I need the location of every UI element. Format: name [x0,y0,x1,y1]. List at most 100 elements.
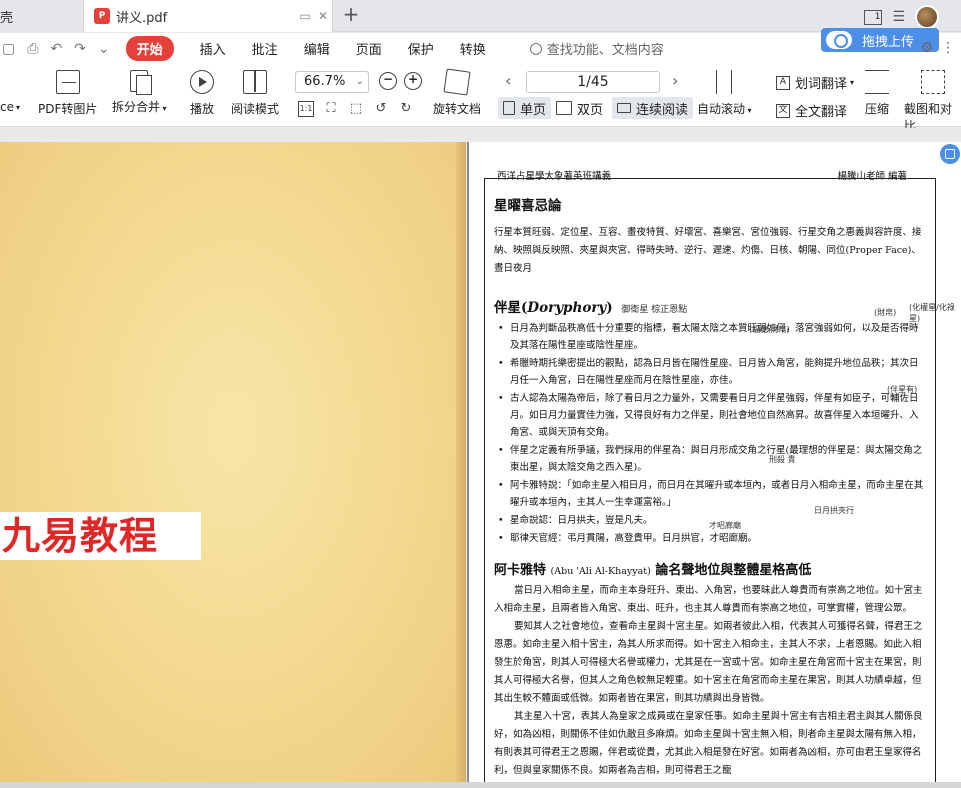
compress-label: 压缩 [865,102,890,116]
menu-annotate[interactable]: 批注 [252,39,278,58]
chevron-down-icon: ⌄ [355,76,364,87]
continuous-read-button[interactable]: 连续阅读 [612,97,694,119]
menu-right-icons: ⚙ ⋮ [920,40,955,56]
search-placeholder: 查找功能、文档内容 [546,43,664,58]
compress-icon [865,70,889,94]
section-3-paragraph: 其主星入十宮，表其人為皇家之成員或在皇家任事。如命主星與十宮主有吉相主君主與其人… [494,711,923,776]
window-count-badge[interactable]: 1 [864,9,883,25]
document-viewport[interactable]: 九易教程 西洋占星學大象著英班講義 楊騰山老師 編著 星曜喜忌論 行星本質旺弱、… [0,128,961,788]
screenshot-compare-button[interactable]: 截图和对比 [904,70,961,134]
section-3-paragraph: 當日月入相命主星，而命主本身旺升、東出、入角宮，也要昧此人尊貴而有崇高之地位。如… [494,585,923,614]
auto-scroll-button[interactable]: 自动滚动 ▾ [697,70,752,117]
section-title-3: 阿卡雅特 (Abu 'Ali Al-Khayyat) 論名聲地位與整體星格高低 [494,563,812,578]
list-item: 伴星之定義有所爭議，我們採用的伴星為：與日月形成交角之行星(最理想的伴星是：與太… [494,442,926,476]
play-button[interactable]: 播放 [190,70,214,117]
play-icon [190,70,214,94]
handwritten-note: (福德,財帛) [749,325,790,334]
list-item: 日月為判斷品秩高低十分重要的指標，看太陽太陰之本質旺弱如何，落宮強弱如何，以及是… [494,320,926,354]
double-page-button[interactable]: 双页 [551,97,608,119]
customize-dropdown-icon[interactable]: ⌄ [98,41,110,57]
word-translate-label: 划词翻译 [795,77,848,92]
search-box[interactable]: 查找功能、文档内容 [529,39,664,58]
print-icon[interactable]: ⎙ [27,41,38,57]
prev-page-icon[interactable]: ‹ [505,71,511,90]
tab-active-document[interactable]: P 讲义.pdf ▭ ✕ [83,0,333,32]
pdf-to-image-label: PDF转图片 [38,102,98,116]
list-item: 希臘時期托樂密提出的觀點，認為日月皆在陽性星座、日月皆入角宮，能夠提升地位品秩；… [494,355,926,389]
quick-access: ▢ ⎙ ↶ ↷ ⌄ [0,41,110,57]
rotate-left-icon[interactable]: ↺ [373,101,389,117]
drag-upload-label: 拖拽上传 [862,34,915,50]
translate-icon: A [776,75,790,90]
rotate-document-icon [443,68,471,96]
pdf-to-image-button[interactable]: PDF转图片 [38,70,97,117]
image-icon [55,70,80,94]
rotate-right-icon[interactable]: ↻ [398,101,414,117]
auto-scroll-icon [716,70,733,94]
partial-left-label: ce [0,100,14,114]
split-merge-icon [130,70,153,95]
more-icon[interactable]: ⋮ [941,40,955,56]
page-spine [456,142,466,782]
zoom-in-icon[interactable]: + [404,72,422,90]
user-avatar[interactable] [915,5,939,29]
redo-icon[interactable]: ↷ [74,41,86,57]
section-title-1: 星曜喜忌論 [494,198,562,214]
settings-icon[interactable]: ⚙ [920,40,933,56]
screenshot-compare-icon [920,70,945,94]
section-title-2: 伴星(Doryphory) 御衛星 棕正恩點 [494,300,688,316]
book-icon [243,70,267,94]
menu-convert[interactable]: 转换 [460,39,486,58]
zoom-out-icon[interactable]: − [379,72,397,90]
double-page-label: 双页 [577,102,604,118]
handwritten-note: (伴星有) [887,385,918,394]
menu-edit[interactable]: 编辑 [304,39,330,58]
undo-icon[interactable]: ↶ [50,41,62,57]
right-page-content: 西洋占星學大象著英班講義 楊騰山老師 編著 星曜喜忌論 行星本質旺弱、定位星、互… [467,142,961,788]
section-3-paragraph: 要知其人之社會地位，查看命主星與十宮主星。如兩者彼此入相，代表其人可獲得名聲，得… [494,621,923,704]
continuous-read-label: 连续阅读 [636,102,689,118]
word-translate-button[interactable]: A 划词翻译 ▾ [776,73,854,92]
menu-page[interactable]: 页面 [356,39,382,58]
zoom-select[interactable]: 66.7% ⌄ [295,71,369,93]
page-number-value: 1/45 [577,74,609,90]
tab-previous-label: 壳 [0,10,14,26]
new-tab-button[interactable]: + [340,4,362,26]
page-body: 星曜喜忌論 行星本質旺弱、定位星、互容、畫夜特質、好壞宮、喜樂宮、宮位強弱、行星… [494,194,926,780]
fit-page-icon[interactable]: ⛶ [323,101,339,117]
menu-start[interactable]: 开始 [125,36,174,61]
split-merge-label: 拆分合并 ▾ [112,100,167,114]
open-file-icon[interactable]: ▢ [2,41,15,57]
tab-close-icon[interactable]: ✕ [314,9,332,23]
tab-window-icon[interactable]: ▭ [296,9,314,23]
menu-protect[interactable]: 保护 [408,39,434,58]
rotate-document-button[interactable]: 旋转文档 [433,68,481,117]
actual-size-icon[interactable]: 1:1 [298,101,314,117]
play-label: 播放 [190,102,215,116]
handwritten-note: (化權星/化祿星) [909,303,955,323]
toolbar: ce ▾ PDF转图片 拆分合并 ▾ 播放 阅读模式 66.7% ⌄ − + 1:… [0,64,961,133]
next-page-icon[interactable]: › [672,71,678,90]
single-page-button[interactable]: 单页 [498,97,552,119]
fit-width-icon[interactable]: ⬚ [348,101,364,117]
menu-insert[interactable]: 插入 [200,39,226,58]
window-controls: 1 ☰ [864,5,939,29]
handwritten-note: (財帛) [874,308,897,317]
menu-lines-icon[interactable]: ☰ [892,9,905,25]
compress-button[interactable]: 压缩 [865,70,889,117]
partial-left-control[interactable]: ce ▾ [0,100,20,114]
floating-tool-icon[interactable] [940,144,960,164]
split-merge-button[interactable]: 拆分合并 ▾ [112,70,167,115]
single-page-icon [503,101,515,115]
full-translate-button[interactable]: 文 全文翻译 [776,101,847,120]
tab-bar: 壳 P 讲义.pdf ▭ ✕ + 1 ☰ [0,0,961,32]
cloud-upload-icon [826,31,852,49]
handwritten-note: 日月拱夾行 [814,506,854,515]
list-item: 阿卡雅特說：「如命主星入相日月，而日月在其曜升或本垣內，或者日月入相命主星，而命… [494,477,926,511]
continuous-read-icon [617,103,631,113]
page-number-input[interactable]: 1/45 [526,71,660,93]
tab-previous[interactable]: 壳 [0,0,82,32]
read-mode-label: 阅读模式 [231,102,280,116]
read-mode-button[interactable]: 阅读模式 [231,70,279,117]
horizontal-scrollbar[interactable] [0,782,961,788]
